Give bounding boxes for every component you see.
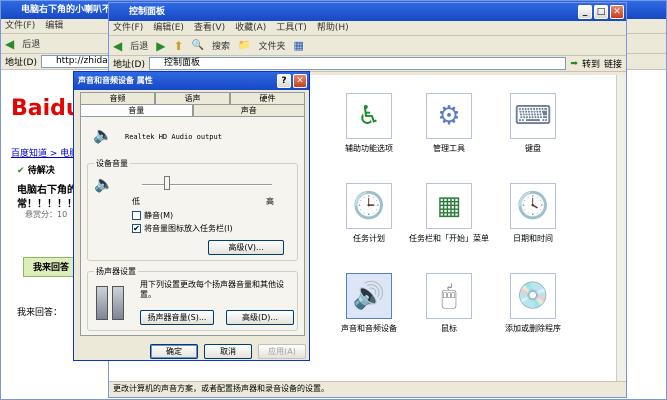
volume-low-label: 低 [132,197,140,206]
cp-search-label[interactable]: 搜索 [212,39,230,52]
browser-address-input[interactable]: http://zhidao.baid [40,55,135,68]
apply-button[interactable]: 应用(A) [258,344,306,359]
cancel-button[interactable]: 取消 [204,344,252,359]
speaker-volume-button[interactable]: 扬声器音量(S)... [140,310,214,325]
back-arrow-icon[interactable]: ◀ [113,39,122,53]
cp-menu-favorites[interactable]: 收藏(A) [235,21,266,35]
cp-title-buttons: _ □ ✕ [578,5,624,19]
accessibility-icon: ♿ [346,93,392,139]
answer-label: 我来回答： [17,308,63,318]
cp-go-button[interactable]: 转到 [582,57,600,70]
tab-sounds[interactable]: 声音 [192,104,305,116]
tray-checkbox[interactable]: ✔ 将音量图标放入任务栏(I) [132,223,233,234]
keyboard-icon: ⌨ [510,93,556,139]
volume-slider-thumb[interactable] [164,176,170,190]
taskbar-icon: ▦ [426,183,472,229]
advanced-volume-button[interactable]: 高级(V)... [208,240,284,255]
browser-menu-file[interactable]: 文件(F) [5,19,35,33]
folder-icon[interactable]: 📁 [238,40,250,51]
speaker-settings-group: 扬声器设置 用下列设置更改每个扬声器音量和其他设置。 扬声器音量(S)... 高… [87,266,298,331]
browser-address-label: 地址(D) [5,58,37,68]
cp-menu-bar: 文件(F) 编辑(E) 查看(V) 收藏(A) 工具(T) 帮助(H) [109,21,626,36]
tab-volume[interactable]: 音量 [80,104,193,116]
mute-checkbox[interactable]: 静音(M) [132,210,173,221]
volume-slider[interactable] [142,184,272,186]
cp-icon-add-remove[interactable]: 💿 添加或删除程序 [493,273,573,334]
volume-high-label: 高 [266,197,274,206]
cp-status-bar: 更改计算机的声音方案，或者配置扬声器和录音设备的设置。 [109,381,626,397]
tabs-row-2: 音量 声音 [80,104,305,116]
cp-icon-mouse[interactable]: 🖱 鼠标 [409,273,489,334]
cp-toolbar: ◀ 后退 ▶ ⬆ 🔍 搜索 📁 文件夹 ▦ [109,36,626,56]
cp-folders-label[interactable]: 文件夹 [258,39,285,52]
status-pending: ✔ 待解决 [17,166,55,176]
help-icon[interactable]: ? [277,74,291,88]
device-speaker-icon: 🔈 [93,125,113,144]
dialog-title-bar: 声音和音频设备 属性 ? ✕ [74,72,309,90]
maximize-icon[interactable]: □ [594,5,608,19]
browser-back-label[interactable]: 后退 [22,37,40,50]
cp-menu-edit[interactable]: 编辑(E) [153,21,184,35]
cp-address-label: 地址(D) [113,60,145,70]
volume-group: 设备音量 🔈 低 高 静音(M) ✔ 将音量图标放入任务栏(I) 高级(V)... [87,158,298,261]
go-arrow-icon[interactable]: ➡ [570,59,578,69]
browser-title: 电脑右下角的小喇叭不见 [21,5,121,15]
speaker-icon: 🔊 [346,273,392,319]
date-time-icon: 🕓 [510,183,556,229]
tab-hardware[interactable]: 硬件 [230,92,305,104]
tab-panel: 🔈 Realtek HD Audio output 设备音量 🔈 低 高 静音(… [80,116,305,336]
cp-menu-help[interactable]: 帮助(H) [317,21,349,35]
cp-links[interactable]: 链接 [604,57,622,70]
status-icon: ✔ [17,166,28,176]
tab-voice[interactable]: 语声 [155,92,230,104]
back-arrow-icon[interactable]: ◀ [5,37,14,51]
cp-scrollbar[interactable] [616,75,626,381]
cp-menu-file[interactable]: 文件(F) [113,21,143,35]
answer-button[interactable]: 我来回答 [23,257,79,277]
score: 悬赏分：10 [25,210,68,219]
dialog-close-icon[interactable]: ✕ [293,74,307,88]
cp-icon-accessibility[interactable]: ♿ 辅助功能选项 [329,93,409,154]
cp-menu-view[interactable]: 查看(V) [194,21,225,35]
cp-title: 控制面板 [129,7,166,17]
views-icon[interactable]: ▦ [293,39,303,52]
cp-icon-sound[interactable]: 🔊 声音和音频设备 [329,273,409,334]
speaker-description: 用下列设置更改每个扬声器音量和其他设置。 [140,280,284,299]
admin-tools-icon: ⚙ [426,93,472,139]
baidu-logo: Baidu [11,96,82,121]
cp-icon-date-time[interactable]: 🕓 日期和时间 [493,183,573,244]
ok-button[interactable]: 确定 [150,344,198,359]
close-icon[interactable]: ✕ [610,5,624,19]
search-icon[interactable]: 🔍 [192,40,204,51]
cp-address-input[interactable]: 控制面板 [148,57,567,70]
minimize-icon[interactable]: _ [578,5,592,19]
cp-back-label[interactable]: 后退 [130,39,148,52]
cp-address-bar: 地址(D) 控制面板 ➡ 转到 链接 [109,56,626,72]
cp-menu-tools[interactable]: 工具(T) [276,21,307,35]
cp-icon-taskbar[interactable]: ▦ 任务栏和「开始」菜单 [409,183,489,244]
advanced-speaker-button[interactable]: 高级(D)... [226,310,294,325]
browser-menu-edit[interactable]: 编辑 [45,19,63,33]
sound-properties-dialog: 声音和音频设备 属性 ? ✕ 音频 语声 硬件 音量 声音 🔈 Realtek H… [73,71,310,361]
tab-audio[interactable]: 音频 [80,92,155,104]
cp-icon-admin-tools[interactable]: ⚙ 管理工具 [409,93,489,154]
forward-arrow-icon[interactable]: ▶ [156,39,165,53]
device-name: Realtek HD Audio output [125,133,222,141]
cp-icon-keyboard[interactable]: ⌨ 键盘 [493,93,573,154]
scheduled-tasks-icon: 🕒 [346,183,392,229]
tabs-row-1: 音频 语声 硬件 [80,92,305,104]
cp-icon-scheduled-tasks[interactable]: 🕒 任务计划 [329,183,409,244]
add-remove-programs-icon: 💿 [510,273,556,319]
volume-speaker-icon: 🔈 [94,174,114,193]
mouse-icon: 🖱 [426,273,472,319]
dialog-title: 声音和音频设备 属性 [78,76,153,85]
cp-title-bar: 控制面板 _ □ ✕ [109,3,626,21]
speakers-icon [96,286,126,322]
question-title: 电脑右下角的 [17,185,77,196]
up-folder-icon[interactable]: ⬆ [173,39,183,53]
